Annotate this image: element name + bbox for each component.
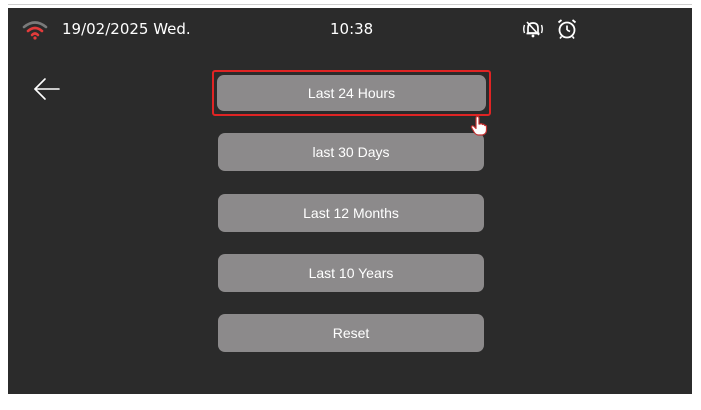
last-30-days-button[interactable]: last 30 Days	[218, 133, 484, 171]
last-24-hours-button[interactable]: Last 24 Hours	[212, 70, 491, 116]
status-date: 19/02/2025 Wed.	[62, 20, 191, 38]
reset-label: Reset	[332, 325, 370, 341]
last-10-years-button[interactable]: Last 10 Years	[218, 254, 484, 292]
last-12-months-button[interactable]: Last 12 Months	[218, 194, 484, 232]
muted-bell-icon	[523, 21, 543, 38]
frame-top-rule	[8, 4, 692, 5]
last-12-months-label: Last 12 Months	[303, 205, 399, 221]
last-24-hours-label: Last 24 Hours	[307, 85, 396, 101]
last-10-years-label: Last 10 Years	[308, 265, 394, 281]
device-screen: 19/02/2025 Wed. 10:38 Last 24 Hours last…	[8, 8, 692, 394]
wifi-icon	[22, 21, 48, 40]
status-bar: 19/02/2025 Wed. 10:38	[8, 8, 692, 52]
alarm-clock-icon	[557, 19, 577, 39]
last-24-hours-button-fill: Last 24 Hours	[217, 75, 486, 111]
hand-pointer-icon	[470, 116, 488, 136]
last-30-days-label: last 30 Days	[312, 144, 390, 160]
reset-button[interactable]: Reset	[218, 314, 484, 352]
back-arrow-icon[interactable]	[32, 76, 62, 102]
status-time: 10:38	[330, 20, 374, 38]
